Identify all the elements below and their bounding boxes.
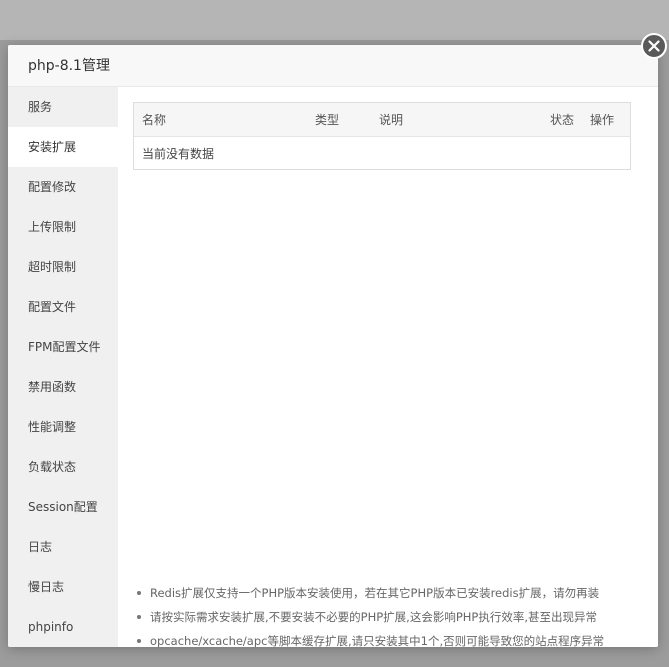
sidebar-item-label: 超时限制: [28, 260, 77, 274]
column-description-header: 说明: [379, 113, 404, 127]
php-manage-dialog: php-8.1管理 服务 安装扩展 配置修改 上传限制 超时限制 配置文件 FP…: [8, 45, 658, 647]
table-header: 名称 类型 说明 状态 操作: [134, 103, 630, 137]
sidebar-item-disabled-functions[interactable]: 禁用函数: [8, 367, 118, 407]
sidebar-item-label: 安装扩展: [28, 140, 77, 154]
sidebar-item-load-status[interactable]: 负载状态: [8, 447, 118, 487]
sidebar-item-label: 性能调整: [28, 420, 77, 434]
tip-item-redis: Redis扩展仅支持一个PHP版本安装使用，若在其它PHP版本已安装redis扩…: [133, 581, 653, 605]
sidebar-item-log[interactable]: 日志: [8, 527, 118, 567]
extensions-table: 名称 类型 说明 状态 操作 当前没有数据: [133, 102, 631, 170]
sidebar-item-timeout-limit[interactable]: 超时限制: [8, 247, 118, 287]
sidebar-item-performance-tuning[interactable]: 性能调整: [8, 407, 118, 447]
sidebar-item-label: Session配置: [28, 500, 98, 514]
sidebar-item-label: 日志: [28, 540, 53, 554]
extensions-panel: 名称 类型 说明 状态 操作 当前没有数据 Redis扩展仅支持一个PHP版本安…: [118, 87, 658, 647]
column-status-header: 状态: [550, 113, 575, 127]
sidebar-item-install-extensions[interactable]: 安装扩展: [8, 127, 118, 167]
tip-item-opcache: opcache/xcache/apc等脚本缓存扩展,请只安装其中1个,否则可能导…: [133, 629, 653, 647]
sidebar-item-slow-log[interactable]: 慢日志: [8, 567, 118, 607]
sidebar-item-config-edit[interactable]: 配置修改: [8, 167, 118, 207]
sidebar-item-fpm-config-file[interactable]: FPM配置文件: [8, 327, 118, 367]
dialog-sidebar: 服务 安装扩展 配置修改 上传限制 超时限制 配置文件 FPM配置文件 禁用函数…: [8, 87, 118, 647]
tip-item-install-needed: 请按实际需求安装扩展,不要安装不必要的PHP扩展,这会影响PHP执行效率,甚至出…: [133, 605, 653, 629]
sidebar-item-label: 上传限制: [28, 220, 77, 234]
sidebar-item-label: 服务: [28, 100, 53, 114]
dialog-header: php-8.1管理: [8, 45, 658, 87]
tips-list: Redis扩展仅支持一个PHP版本安装使用，若在其它PHP版本已安装redis扩…: [133, 581, 653, 647]
sidebar-item-upload-limit[interactable]: 上传限制: [8, 207, 118, 247]
sidebar-item-label: 负载状态: [28, 460, 77, 474]
sidebar-item-label: 慢日志: [28, 580, 65, 594]
close-dialog-button[interactable]: [641, 33, 667, 59]
column-name-header: 名称: [142, 113, 167, 127]
empty-table-message: 当前没有数据: [142, 147, 215, 161]
column-actions-header: 操作: [590, 113, 615, 127]
sidebar-item-session-config[interactable]: Session配置: [8, 487, 118, 527]
sidebar-item-label: FPM配置文件: [28, 340, 101, 354]
sidebar-item-label: 配置文件: [28, 300, 77, 314]
sidebar-item-label: 禁用函数: [28, 380, 77, 394]
sidebar-item-label: 配置修改: [28, 180, 77, 194]
sidebar-item-config-file[interactable]: 配置文件: [8, 287, 118, 327]
column-type-header: 类型: [315, 113, 340, 127]
close-icon: [648, 40, 660, 52]
sidebar-item-label: phpinfo: [28, 620, 74, 634]
sidebar-item-phpinfo[interactable]: phpinfo: [8, 607, 118, 647]
dialog-title: php-8.1管理: [28, 58, 110, 74]
sidebar-item-service[interactable]: 服务: [8, 87, 118, 127]
